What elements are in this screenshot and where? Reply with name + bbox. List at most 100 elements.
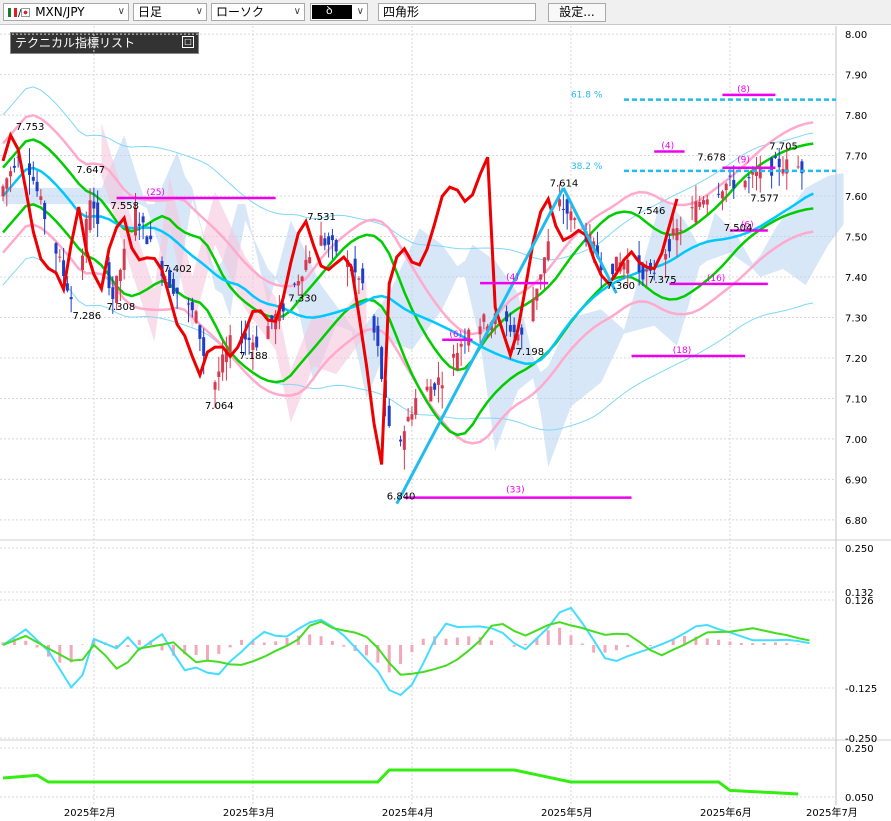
candle-body [546,241,550,260]
candle-body [705,199,709,205]
price-tick-label: 7.50 [845,233,867,244]
macd-histogram-bar [24,640,28,645]
candle-body [92,201,96,209]
macd-histogram-bar [569,635,573,645]
candle-body [376,325,380,346]
candle-body [217,371,221,377]
macd-histogram-bar [785,643,789,645]
macd-histogram-bar [467,636,471,645]
candle-body [455,352,459,370]
candle-body [145,236,149,245]
candle-body [679,229,683,231]
candle-body [531,299,535,322]
candle-body [54,243,58,254]
candle-body [508,325,512,332]
candle-body [452,353,456,358]
macd-histogram-bar [626,645,630,648]
candle-body [247,337,251,340]
candle-body [402,431,406,450]
macd-histogram-bar [137,639,141,645]
candle-body [796,166,800,168]
candle-body [652,272,656,274]
macd-histogram-bar [399,645,403,664]
price-tick-label: 8.00 [845,30,867,41]
price-tick-label: 7.20 [845,354,867,365]
macd-histogram-bar [330,641,334,645]
annotation-label: (4) [506,273,519,283]
annotation-label: (6) [449,330,462,340]
price-label: 7.402 [163,264,192,275]
candle-body [690,207,694,209]
macd-histogram-bar [205,645,209,661]
fibonacci-label: 38.2 % [571,162,603,172]
lower-tick-label: 0.250 [845,744,874,755]
ichimoku-cloud-bearish [101,123,367,423]
candle-body [565,199,569,214]
lower-tick-label: 0.050 [845,793,874,804]
candle-body [149,235,153,240]
price-tick-label: 7.10 [845,394,867,405]
candle-body [308,257,312,264]
candle-body [9,171,13,177]
candle-body [31,176,35,181]
price-tick-label: 7.90 [845,71,867,82]
candle-body [728,175,732,177]
price-label: 7.360 [606,281,635,292]
price-label: 7.198 [516,347,545,358]
macd-histogram-bar [592,645,596,653]
candle-body [773,156,777,158]
macd-histogram-bar [603,645,607,653]
candle-body [539,274,543,280]
candle-body [701,200,705,205]
candle-body [664,254,668,260]
macd-histogram-bar [728,641,732,645]
macd-tick-label: 0.250 [845,544,874,555]
candle-body [323,238,327,246]
candle-body [573,218,577,221]
price-label: 7.705 [769,142,798,153]
macd-histogram-bar [319,636,323,645]
macd-histogram-bar [558,627,562,645]
candle-body [357,278,361,280]
price-label: 7.504 [724,223,753,234]
macd-histogram-bar [35,645,39,648]
candle-body [611,263,615,275]
annotation-label: (18) [673,346,691,356]
candle-body [115,275,119,303]
candle-body [558,199,562,207]
price-label: 7.286 [73,311,102,322]
macd-histogram-bar [217,645,221,654]
price-label: 7.558 [110,201,139,212]
macd-histogram-bar [308,634,312,645]
candle-body [111,287,115,299]
macd-histogram-bar [524,643,528,645]
candle-body [361,268,365,284]
macd-tick-label: 0.126 [845,596,874,607]
price-tick-label: 7.00 [845,435,867,446]
candle-body [221,354,225,373]
macd-tick-label: -0.125 [845,684,877,695]
candle-body [675,228,679,241]
macd-histogram-bar [614,645,618,651]
macd-histogram-bar [421,638,425,645]
candle-body [300,276,304,282]
macd-histogram-bar [81,644,85,645]
candle-body [751,171,755,175]
macd-histogram-bar [546,630,550,645]
candle-body [319,235,323,246]
candle-body [626,259,630,274]
macd-histogram-bar [762,643,766,645]
price-label: 7.614 [550,178,579,189]
candle-body [62,260,66,277]
price-label: 7.375 [648,275,677,286]
candle-body [69,297,73,300]
chart-canvas[interactable]: 8.00 7.90 7.80 7.70 7.60 7.50 7.40 7.30 7.20 7.10… [0,0,891,821]
candle-body [327,236,331,245]
macd-histogram-bar [342,645,346,647]
price-label: 7.546 [637,206,666,217]
candle-body [330,235,334,241]
candle-body [28,163,32,175]
annotation-label: (25) [146,188,164,198]
candle-body [512,324,516,333]
candle-body [1,186,5,197]
